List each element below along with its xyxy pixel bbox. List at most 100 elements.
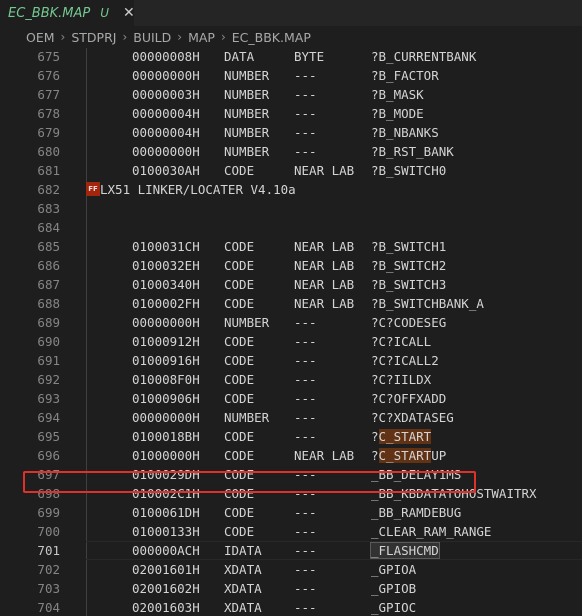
- symbol-name: ?B_NBANKS: [371, 125, 439, 140]
- line-number: 703: [37, 581, 60, 596]
- symbol-type: NEAR LAB: [294, 163, 355, 178]
- symbol-address: 0100029DH: [132, 467, 200, 482]
- code-line[interactable]: 692 010008F0H CODE --- ?C?IILDX: [0, 370, 582, 389]
- symbol-name: ?B_MODE: [371, 106, 424, 121]
- tab-title[interactable]: EC_BBK.MAP: [8, 6, 90, 21]
- breadcrumb-item-file[interactable]: EC_BBK.MAP: [232, 30, 311, 45]
- symbol-type: ---: [294, 486, 317, 501]
- symbol-address: 0100061DH: [132, 505, 200, 520]
- symbol-address: 01000340H: [132, 277, 200, 292]
- line-text: LX51 LINKER/LOCATER V4.10a: [100, 182, 296, 197]
- editor-tab[interactable]: EC_BBK.MAP U ✕: [0, 0, 135, 26]
- line-number: 697: [37, 467, 60, 482]
- symbol-name: _CLEAR_RAM_RANGE: [371, 524, 492, 539]
- symbol-name: ?B_FACTOR: [371, 68, 439, 83]
- close-icon[interactable]: ✕: [123, 5, 135, 21]
- editor-area[interactable]: 675 00000008H DATA BYTE ?B_CURRENTBANK 676 000…: [0, 48, 582, 616]
- code-line[interactable]: 682 FF LX51 LINKER/LOCATER V4.10a: [0, 180, 582, 199]
- code-line[interactable]: 697 0100029DH CODE --- _BB_DELAY1MS: [0, 465, 582, 484]
- code-line[interactable]: 683: [0, 199, 582, 218]
- line-number: 677: [37, 87, 60, 102]
- symbol-type: ---: [294, 372, 317, 387]
- symbol-type: ---: [294, 581, 317, 596]
- code-line[interactable]: 675 00000008H DATA BYTE ?B_CURRENTBANK: [0, 48, 582, 66]
- symbol-class: CODE: [224, 239, 255, 254]
- code-line[interactable]: 694 00000000H NUMBER --- ?C?XDATASEG: [0, 408, 582, 427]
- code-line[interactable]: 689 00000000H NUMBER --- ?C?CODESEG: [0, 313, 582, 332]
- breadcrumb-item-build[interactable]: BUILD: [133, 30, 171, 45]
- symbol-type: ---: [294, 353, 317, 368]
- symbol-address: 00000004H: [132, 125, 200, 140]
- symbol-name: ?C?ICALL2: [371, 353, 439, 368]
- symbol-name: ?C?IILDX: [371, 372, 432, 387]
- symbol-type: ---: [294, 391, 317, 406]
- symbol-name-part: ?: [371, 429, 379, 444]
- code-line[interactable]: 687 01000340H CODE NEAR LAB ?B_SWITCH3: [0, 275, 582, 294]
- code-line[interactable]: 679 00000004H NUMBER --- ?B_NBANKS: [0, 123, 582, 142]
- symbol-class: CODE: [224, 505, 255, 520]
- symbol-class: CODE: [224, 163, 255, 178]
- code-line[interactable]: 702 02001601H XDATA --- _GPIOA: [0, 560, 582, 579]
- symbol-class: CODE: [224, 524, 255, 539]
- line-number: 680: [37, 144, 60, 159]
- symbol-type: NEAR LAB: [294, 277, 355, 292]
- breadcrumb-item-map[interactable]: MAP: [188, 30, 215, 45]
- symbol-class: NUMBER: [224, 106, 270, 121]
- symbol-type: ---: [294, 106, 317, 121]
- line-number: 698: [37, 486, 60, 501]
- symbol-class: DATA: [224, 49, 255, 64]
- symbol-class: NUMBER: [224, 410, 270, 425]
- symbol-class: CODE: [224, 486, 255, 501]
- code-line[interactable]: 688 0100002FH CODE NEAR LAB ?B_SWITCHBANK_A: [0, 294, 582, 313]
- symbol-class: CODE: [224, 296, 255, 311]
- code-line[interactable]: 698 010002C1H CODE --- _BB_KBDATATOHOSTWAITR…: [0, 484, 582, 503]
- code-line[interactable]: 681 0100030AH CODE NEAR LAB ?B_SWITCH0: [0, 161, 582, 180]
- git-untracked-badge: U: [100, 6, 110, 20]
- symbol-address: 02001602H: [132, 581, 200, 596]
- symbol-address: 00000000H: [132, 68, 200, 83]
- line-number: 704: [37, 600, 60, 615]
- breadcrumb-item-stdprj[interactable]: STDPRJ: [71, 30, 116, 45]
- symbol-address: 010002C1H: [132, 486, 200, 501]
- symbol-type: ---: [294, 125, 317, 140]
- line-number: 695: [37, 429, 60, 444]
- code-line[interactable]: 678 00000004H NUMBER --- ?B_MODE: [0, 104, 582, 123]
- code-line[interactable]: 676 00000000H NUMBER --- ?B_FACTOR: [0, 66, 582, 85]
- code-line[interactable]: 701 000000ACH IDATA --- _FLASHCMD: [0, 541, 582, 560]
- symbol-class: CODE: [224, 258, 255, 273]
- symbol-name: ?B_SWITCH1: [371, 239, 447, 254]
- code-line[interactable]: 685 0100031CH CODE NEAR LAB ?B_SWITCH1: [0, 237, 582, 256]
- symbol-name: _GPIOA: [371, 562, 417, 577]
- code-line[interactable]: 677 00000003H NUMBER --- ?B_MASK: [0, 85, 582, 104]
- symbol-address: 00000000H: [132, 410, 200, 425]
- symbol-type: ---: [294, 87, 317, 102]
- symbol-address: 01000916H: [132, 353, 200, 368]
- code-line[interactable]: 700 01000133H CODE --- _CLEAR_RAM_RANGE: [0, 522, 582, 541]
- code-line[interactable]: 690 01000912H CODE --- ?C?ICALL: [0, 332, 582, 351]
- symbol-address: 02001601H: [132, 562, 200, 577]
- symbol-name: ?C_START: [371, 427, 432, 446]
- line-number: 700: [37, 524, 60, 539]
- symbol-type: ---: [294, 467, 317, 482]
- code-line[interactable]: 693 01000906H CODE --- ?C?OFFXADD: [0, 389, 582, 408]
- code-line[interactable]: 704 02001603H XDATA --- _GPIOC: [0, 598, 582, 616]
- code-line[interactable]: 691 01000916H CODE --- ?C?ICALL2: [0, 351, 582, 370]
- symbol-address: 0100032EH: [132, 258, 200, 273]
- line-number: 687: [37, 277, 60, 292]
- code-line[interactable]: 680 00000000H NUMBER --- ?B_RST_BANK: [0, 142, 582, 161]
- symbol-class: XDATA: [224, 581, 262, 596]
- symbol-name: _BB_KBDATATOHOSTWAITRX: [371, 486, 537, 501]
- breadcrumb-item-oem[interactable]: OEM: [26, 30, 55, 45]
- symbol-address: 00000000H: [132, 144, 200, 159]
- code-line[interactable]: 703 02001602H XDATA --- _GPIOB: [0, 579, 582, 598]
- code-line[interactable]: 684: [0, 218, 582, 237]
- symbol-class: NUMBER: [224, 68, 270, 83]
- code-line[interactable]: 686 0100032EH CODE NEAR LAB ?B_SWITCH2: [0, 256, 582, 275]
- code-line[interactable]: 695 0100018BH CODE --- ?C_START: [0, 427, 582, 446]
- symbol-name: ?B_SWITCH0: [371, 163, 447, 178]
- code-line[interactable]: 699 0100061DH CODE --- _BB_RAMDEBUG: [0, 503, 582, 522]
- line-number: 683: [37, 201, 60, 216]
- code-line[interactable]: 696 01000000H CODE NEAR LAB ?C_STARTUP: [0, 446, 582, 465]
- symbol-type: ---: [294, 429, 317, 444]
- symbol-address: 00000003H: [132, 87, 200, 102]
